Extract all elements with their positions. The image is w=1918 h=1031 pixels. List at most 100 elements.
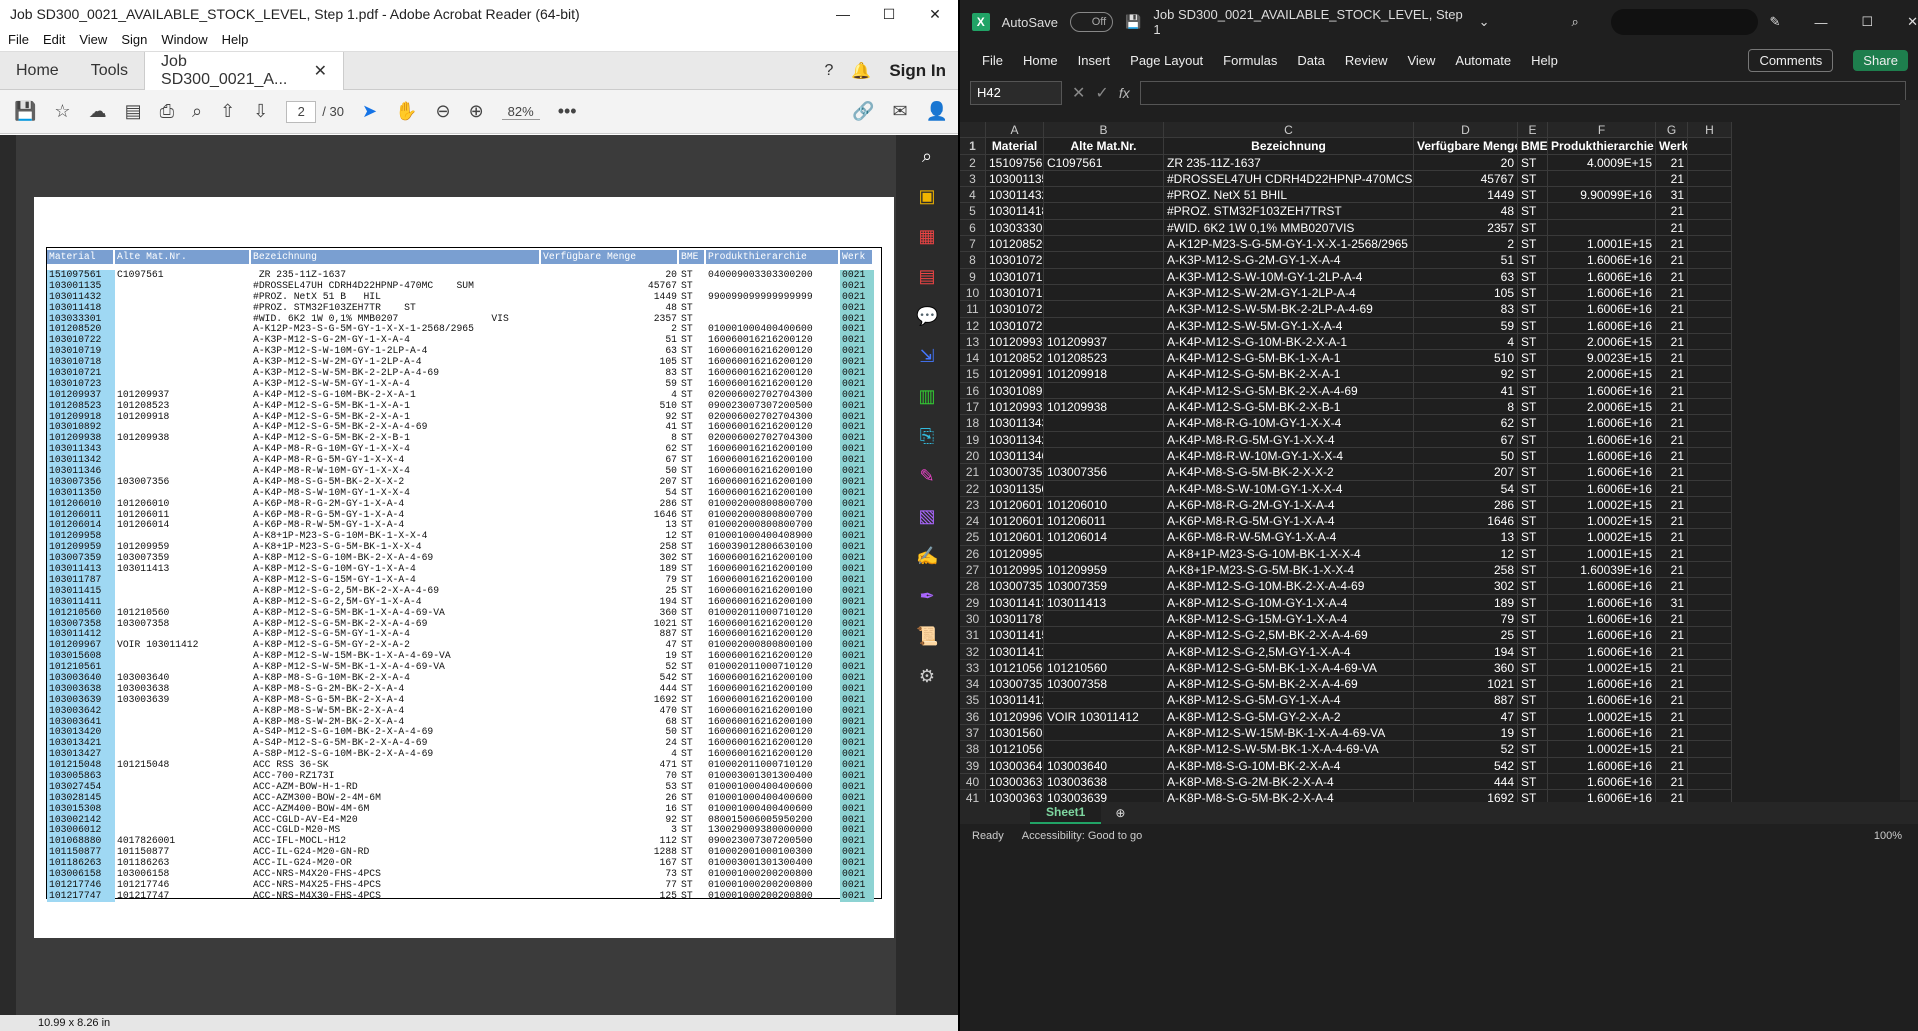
help-icon[interactable]: ?	[825, 62, 834, 80]
cell[interactable]: 101209959	[986, 562, 1044, 579]
cell[interactable]: 1449	[1414, 187, 1518, 204]
cell[interactable]: 67	[1414, 431, 1518, 448]
cell[interactable]: A-K4P-M8-S-G-5M-BK-2-X-X-2	[1164, 464, 1414, 481]
cell[interactable]: 21	[1656, 562, 1688, 579]
cell[interactable]: 21	[1656, 790, 1688, 802]
cell[interactable]: ST	[1518, 170, 1548, 188]
cell[interactable]: A-K8P-M12-S-G-5M-BK-1-X-A-4-69-VA	[1164, 659, 1414, 677]
edit-pdf-icon[interactable]: ▤	[916, 265, 938, 287]
cell[interactable]: 103007359	[986, 578, 1044, 595]
cell[interactable]: VOIR 103011412	[1044, 708, 1164, 725]
row-header[interactable]: 25	[960, 529, 986, 546]
cell[interactable]	[1688, 562, 1732, 579]
cell[interactable]: A-K8P-M8-S-G-5M-BK-2-X-A-4	[1164, 790, 1414, 802]
cell[interactable]: ST	[1518, 284, 1548, 302]
cell[interactable]: 52	[1414, 741, 1518, 758]
cell[interactable]	[1044, 431, 1164, 448]
column-header[interactable]: G	[1656, 122, 1688, 139]
cell[interactable]	[1044, 724, 1164, 742]
cell[interactable]: ST	[1518, 562, 1548, 579]
cell[interactable]	[1044, 284, 1164, 302]
cell[interactable]: ST	[1518, 415, 1548, 432]
cell[interactable]: 21	[1656, 659, 1688, 677]
row-header[interactable]: 26	[960, 545, 986, 563]
cell[interactable]: 31	[1656, 594, 1688, 611]
mail-icon[interactable]: ✉	[892, 101, 907, 122]
cell[interactable]: 103011411	[986, 643, 1044, 660]
cell[interactable]: 21	[1656, 757, 1688, 774]
name-box[interactable]: H42	[970, 81, 1062, 105]
cell[interactable]: A-K3P-M12-S-W-5M-BK-2-2LP-A-4-69	[1164, 301, 1414, 318]
cell[interactable]: 105	[1414, 284, 1518, 302]
row-header[interactable]: 34	[960, 676, 986, 693]
cell[interactable]	[1688, 610, 1732, 628]
cell[interactable]: 1.6006E+16	[1548, 594, 1656, 611]
cell[interactable]: 101208523	[986, 350, 1044, 367]
cell[interactable]: 21	[1656, 431, 1688, 448]
cell[interactable]: 2.0006E+15	[1548, 366, 1656, 383]
cell[interactable]: Verfügbare Menge	[1414, 138, 1518, 155]
cell[interactable]: 1.6006E+16	[1548, 610, 1656, 628]
cell[interactable]: 47	[1414, 708, 1518, 725]
cell[interactable]: ST	[1518, 529, 1548, 546]
row-header[interactable]: 5	[960, 203, 986, 220]
cell[interactable]: Material	[986, 138, 1044, 155]
row-header[interactable]: 28	[960, 578, 986, 595]
cell[interactable]: 101209958	[986, 545, 1044, 563]
cell[interactable]: 542	[1414, 757, 1518, 774]
cell[interactable]: 21	[1656, 252, 1688, 269]
cell[interactable]	[1688, 170, 1732, 188]
menu-sign[interactable]: Sign	[121, 32, 147, 47]
cell[interactable]: 21	[1656, 203, 1688, 220]
maximize-icon[interactable]: ☐	[1861, 14, 1873, 30]
cell[interactable]: 21	[1656, 284, 1688, 302]
cell[interactable]: A-K8P-M12-S-G-2,5M-GY-1-X-A-4	[1164, 643, 1414, 660]
cell[interactable]: 103003638	[1044, 773, 1164, 791]
cell[interactable]: ST	[1518, 757, 1548, 774]
close-icon[interactable]: ✕	[1907, 14, 1918, 30]
select-all-corner[interactable]	[960, 122, 986, 139]
ribbon-formulas[interactable]: Formulas	[1223, 53, 1277, 68]
sign-in-button[interactable]: Sign In	[889, 61, 946, 81]
cell[interactable]: 286	[1414, 496, 1518, 514]
cell[interactable]	[1044, 610, 1164, 628]
cell[interactable]: ST	[1518, 382, 1548, 400]
cell[interactable]	[1548, 203, 1656, 220]
ribbon-data[interactable]: Data	[1297, 53, 1324, 68]
cell[interactable]: 103010719	[986, 268, 1044, 285]
cell[interactable]: 25	[1414, 627, 1518, 644]
cell[interactable]: 101210560	[1044, 659, 1164, 677]
cell[interactable]: 101209967	[986, 708, 1044, 725]
cell[interactable]: 59	[1414, 317, 1518, 334]
cell[interactable]: 21	[1656, 219, 1688, 237]
cell[interactable]: 101206011	[1044, 513, 1164, 530]
cell[interactable]: 101209937	[1044, 333, 1164, 351]
cell[interactable]: 21	[1656, 268, 1688, 285]
cell[interactable]	[1044, 692, 1164, 709]
cell[interactable]: 21	[1656, 317, 1688, 334]
cell[interactable]: 1.6006E+16	[1548, 692, 1656, 709]
cell[interactable]: 21	[1656, 154, 1688, 171]
request-sign-icon[interactable]: ✍	[916, 545, 938, 567]
cell[interactable]: 21	[1656, 724, 1688, 742]
export-icon[interactable]: ▤	[125, 101, 142, 122]
cell[interactable]	[1044, 447, 1164, 465]
create-pdf-icon[interactable]: ▣	[916, 185, 938, 207]
row-header[interactable]: 7	[960, 236, 986, 253]
cell[interactable]: 103010723	[986, 317, 1044, 334]
cell[interactable]: 302	[1414, 578, 1518, 595]
cell[interactable]: 103011787	[986, 610, 1044, 628]
column-header[interactable]: F	[1548, 122, 1656, 139]
cell[interactable]: A-K8+1P-M23-S-G-5M-BK-1-X-X-4	[1164, 562, 1414, 579]
cell[interactable]: ST	[1518, 643, 1548, 660]
cell[interactable]	[1688, 236, 1732, 253]
cell[interactable]	[1688, 578, 1732, 595]
vertical-scrollbar[interactable]	[1900, 100, 1918, 800]
tab-home[interactable]: Home	[0, 52, 75, 90]
cell[interactable]: 21	[1656, 496, 1688, 514]
cell[interactable]: 21	[1656, 692, 1688, 709]
insert-function-icon[interactable]: fx	[1119, 85, 1130, 101]
cell[interactable]	[1688, 496, 1732, 514]
page-up-icon[interactable]: ⇧	[220, 101, 235, 122]
cell[interactable]	[1688, 284, 1732, 302]
